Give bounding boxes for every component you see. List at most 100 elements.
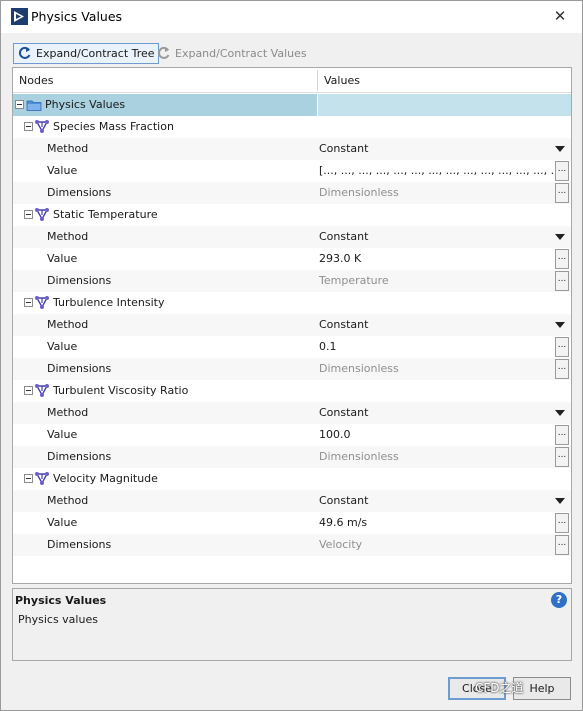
edit-ellipsis-button[interactable]: ... — [555, 161, 569, 181]
node-cell: Velocity Magnitude — [13, 468, 317, 490]
property-name-cell: Value — [13, 248, 317, 270]
property-row-dimensions[interactable]: Dimensions Velocity ... — [13, 534, 571, 556]
dimensions-label: Dimensions — [47, 186, 112, 199]
method-select[interactable]: Constant — [317, 314, 571, 336]
chevron-down-icon[interactable] — [555, 322, 565, 328]
property-row-dimensions[interactable]: Dimensions Dimensionless ... — [13, 182, 571, 204]
dimensions-text: Dimensionless — [319, 186, 399, 199]
method-select[interactable]: Constant — [317, 402, 571, 424]
chevron-down-icon[interactable] — [555, 234, 565, 240]
method-value: Constant — [319, 230, 369, 243]
edit-ellipsis-button[interactable]: ... — [555, 183, 569, 203]
value-label: Value — [47, 164, 78, 177]
description-title: Physics Values — [15, 594, 107, 607]
property-row-value[interactable]: Value [..., ..., ..., ..., ..., ..., ...… — [13, 160, 571, 182]
dimensions-field: Dimensionless ... — [317, 182, 571, 204]
value-label: Value — [47, 252, 78, 265]
tree-row-group[interactable]: Velocity Magnitude — [13, 468, 571, 490]
node-cell: Turbulence Intensity — [13, 292, 317, 314]
edit-ellipsis-button[interactable]: ... — [555, 447, 569, 467]
dimensions-field: Velocity ... — [317, 534, 571, 556]
edit-ellipsis-button[interactable]: ... — [555, 513, 569, 533]
property-name-cell: Method — [13, 402, 317, 424]
property-row-dimensions[interactable]: Dimensions Dimensionless ... — [13, 446, 571, 468]
edit-ellipsis-button[interactable]: ... — [555, 271, 569, 291]
edit-ellipsis-button[interactable]: ... — [555, 425, 569, 445]
tree-row-physics-values[interactable]: Physics Values — [13, 94, 571, 116]
close-icon[interactable]: ✕ — [552, 7, 568, 25]
property-row-value[interactable]: Value 49.6 m/s ... — [13, 512, 571, 534]
method-select[interactable]: Constant — [317, 490, 571, 512]
tree-row-group[interactable]: Species Mass Fraction — [13, 116, 571, 138]
dimensions-text: Velocity — [319, 538, 363, 551]
tree-row-group[interactable]: Turbulent Viscosity Ratio — [13, 380, 571, 402]
collapse-icon[interactable] — [24, 386, 33, 395]
value-text: 0.1 — [319, 340, 337, 353]
node-cell: Static Temperature — [13, 204, 317, 226]
property-row-method[interactable]: Method Constant — [13, 490, 571, 512]
dimensions-text: Temperature — [319, 274, 389, 287]
collapse-icon[interactable] — [24, 298, 33, 307]
chevron-down-icon[interactable] — [555, 498, 565, 504]
property-row-method[interactable]: Method Constant — [13, 138, 571, 160]
value-cell — [317, 204, 571, 226]
method-label: Method — [47, 318, 89, 331]
grid-header: Nodes Values — [13, 68, 571, 93]
collapse-icon[interactable] — [24, 474, 33, 483]
method-select[interactable]: Constant — [317, 138, 571, 160]
node-label: Species Mass Fraction — [53, 120, 174, 133]
property-name-cell: Value — [13, 512, 317, 534]
value-field[interactable]: 100.0 ... — [317, 424, 571, 446]
property-row-value[interactable]: Value 0.1 ... — [13, 336, 571, 358]
app-logo-icon — [11, 8, 28, 25]
chevron-down-icon[interactable] — [555, 410, 565, 416]
method-value: Constant — [319, 318, 369, 331]
dimensions-label: Dimensions — [47, 538, 112, 551]
property-name-cell: Method — [13, 138, 317, 160]
property-row-value[interactable]: Value 293.0 K ... — [13, 248, 571, 270]
expand-contract-values-button[interactable]: Expand/Contract Values — [153, 43, 310, 64]
property-row-method[interactable]: Method Constant — [13, 226, 571, 248]
node-label: Velocity Magnitude — [53, 472, 158, 485]
collapse-icon[interactable] — [24, 122, 33, 131]
window-title: Physics Values — [31, 9, 123, 24]
node-label: Turbulent Viscosity Ratio — [53, 384, 189, 397]
method-select[interactable]: Constant — [317, 226, 571, 248]
edit-ellipsis-button[interactable]: ... — [555, 359, 569, 379]
property-row-dimensions[interactable]: Dimensions Temperature ... — [13, 270, 571, 292]
value-field[interactable]: 49.6 m/s ... — [317, 512, 571, 534]
dimensions-text: Dimensionless — [319, 362, 399, 375]
nodes-column-header[interactable]: Nodes — [13, 68, 53, 93]
value-field[interactable]: [..., ..., ..., ..., ..., ..., ..., ...,… — [317, 160, 571, 182]
property-name-cell: Dimensions — [13, 358, 317, 380]
property-name-cell: Value — [13, 160, 317, 182]
value-field[interactable]: 293.0 K ... — [317, 248, 571, 270]
collapse-icon[interactable] — [15, 100, 24, 109]
value-field[interactable]: 0.1 ... — [317, 336, 571, 358]
tree-row-group[interactable]: Static Temperature — [13, 204, 571, 226]
edit-ellipsis-button[interactable]: ... — [555, 249, 569, 269]
edit-ellipsis-button[interactable]: ... — [555, 337, 569, 357]
chevron-down-icon[interactable] — [555, 146, 565, 152]
property-row-method[interactable]: Method Constant — [13, 314, 571, 336]
property-row-dimensions[interactable]: Dimensions Dimensionless ... — [13, 358, 571, 380]
method-label: Method — [47, 230, 89, 243]
property-name-cell: Dimensions — [13, 270, 317, 292]
collapse-icon[interactable] — [24, 210, 33, 219]
property-name-cell: Dimensions — [13, 182, 317, 204]
method-label: Method — [47, 142, 89, 155]
refresh-icon — [18, 46, 31, 59]
expand-contract-tree-button[interactable]: Expand/Contract Tree — [13, 43, 159, 64]
edit-ellipsis-button[interactable]: ... — [555, 535, 569, 555]
description-text: Physics values — [18, 613, 98, 626]
dimensions-field: Dimensionless ... — [317, 446, 571, 468]
value-cell — [317, 292, 571, 314]
help-icon[interactable]: ? — [551, 592, 567, 608]
dimensions-label: Dimensions — [47, 450, 112, 463]
property-row-method[interactable]: Method Constant — [13, 402, 571, 424]
property-row-value[interactable]: Value 100.0 ... — [13, 424, 571, 446]
values-column-header[interactable]: Values — [318, 68, 360, 93]
tree-row-group[interactable]: Turbulence Intensity — [13, 292, 571, 314]
value-label: Value — [47, 340, 78, 353]
property-name-cell: Dimensions — [13, 534, 317, 556]
